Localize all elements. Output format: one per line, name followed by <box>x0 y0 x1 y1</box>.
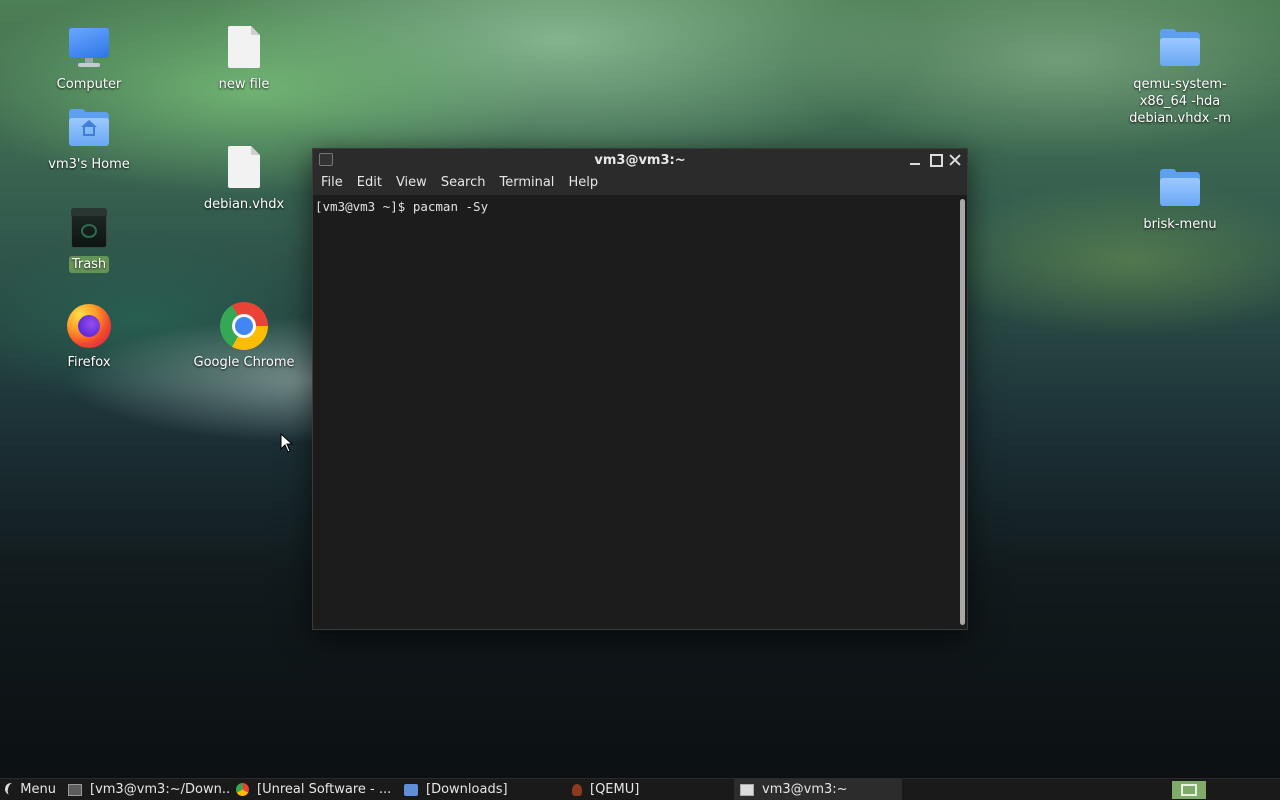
maximize-icon[interactable] <box>927 152 943 168</box>
file-icon <box>220 144 268 192</box>
trash-icon <box>65 204 113 252</box>
mouse-pointer-icon <box>280 433 294 453</box>
terminal-output[interactable]: [vm3@vm3 ~]$ pacman -Sy <box>313 195 957 629</box>
menu-search[interactable]: Search <box>435 171 492 195</box>
menu-view[interactable]: View <box>390 171 433 195</box>
desktop-icon-debian-vhdx[interactable]: debian.vhdx <box>184 144 304 213</box>
desktop-icon-trash[interactable]: Trash <box>29 204 149 273</box>
window-title: vm3@vm3:~ <box>594 152 686 168</box>
task-label: vm3@vm3:~ <box>762 782 848 797</box>
task-label: [QEMU] <box>590 782 640 797</box>
desktop-icon-brisk-menu[interactable]: brisk-menu <box>1120 164 1240 233</box>
desktop-icon-qemu-folder[interactable]: qemu-system-x86_64 -hda debian.vhdx -m 2… <box>1116 24 1244 127</box>
task-label: [vm3@vm3:~/Down... <box>90 782 230 797</box>
terminal-scrollbar[interactable] <box>960 199 965 625</box>
file-icon <box>220 24 268 72</box>
menu-edit[interactable]: Edit <box>351 171 388 195</box>
desktop-icon-label: Google Chrome <box>193 355 295 370</box>
desktop-icon-label: Firefox <box>67 355 111 370</box>
taskbar-task-downloads[interactable]: [Downloads] <box>398 779 566 800</box>
desktop-icon-firefox[interactable]: Firefox <box>29 302 149 371</box>
taskbar: Menu [vm3@vm3:~/Down... [Unreal Software… <box>0 778 1280 800</box>
task-label: [Downloads] <box>426 782 508 797</box>
terminal-window[interactable]: vm3@vm3:~ File Edit View Search Terminal… <box>312 148 968 630</box>
desktop-icon-label: qemu-system-x86_64 -hda debian.vhdx -m 2… <box>1129 77 1231 126</box>
menu-logo-icon <box>4 783 14 797</box>
task-label: [Unreal Software - ... <box>257 782 392 797</box>
home-folder-icon <box>65 104 113 152</box>
folder-icon <box>404 783 418 796</box>
menu-label: Menu <box>20 782 56 797</box>
computer-icon <box>65 24 113 72</box>
terminal-line: [vm3@vm3 ~]$ pacman -Sy <box>315 199 489 214</box>
taskbar-task-chrome[interactable]: [Unreal Software - ... <box>230 779 398 800</box>
desktop-icon-new-file[interactable]: new file <box>184 24 304 93</box>
desktop-icon-home[interactable]: vm3's Home <box>29 104 149 173</box>
desktop-icon-label: Trash <box>68 256 110 273</box>
desktop-icon-computer[interactable]: Computer <box>29 24 149 93</box>
window-controls <box>907 149 963 171</box>
terminal-menubar: File Edit View Search Terminal Help <box>313 171 967 195</box>
terminal-titlebar[interactable]: vm3@vm3:~ <box>313 149 967 171</box>
desktop-icon-label: debian.vhdx <box>203 197 285 212</box>
firefox-icon <box>65 302 113 350</box>
taskbar-task-terminal-active[interactable]: vm3@vm3:~ <box>734 778 902 800</box>
desktop-icon-label: brisk-menu <box>1143 217 1217 232</box>
workspace-switcher[interactable] <box>1172 781 1206 799</box>
menu-file[interactable]: File <box>315 171 349 195</box>
terminal-icon <box>740 783 754 796</box>
folder-icon <box>1156 24 1204 72</box>
desktop-icon-label: Computer <box>56 77 122 92</box>
desktop-icon-label: new file <box>218 77 270 92</box>
terminal-icon <box>68 783 82 796</box>
minimize-icon[interactable] <box>907 152 923 168</box>
taskbar-menu-button[interactable]: Menu <box>0 779 62 800</box>
terminal-app-icon[interactable] <box>319 153 333 166</box>
chrome-icon <box>236 783 249 796</box>
workspace-icon <box>1181 784 1197 796</box>
desktop-icon-chrome[interactable]: Google Chrome <box>184 302 304 371</box>
desktop-icon-label: vm3's Home <box>48 157 130 172</box>
folder-icon <box>1156 164 1204 212</box>
chrome-icon <box>220 302 268 350</box>
qemu-icon <box>572 783 582 796</box>
menu-help[interactable]: Help <box>562 171 604 195</box>
taskbar-task-terminal-downloads[interactable]: [vm3@vm3:~/Down... <box>62 779 230 800</box>
taskbar-task-qemu[interactable]: [QEMU] <box>566 779 734 800</box>
menu-terminal[interactable]: Terminal <box>493 171 560 195</box>
close-icon[interactable] <box>947 152 963 168</box>
